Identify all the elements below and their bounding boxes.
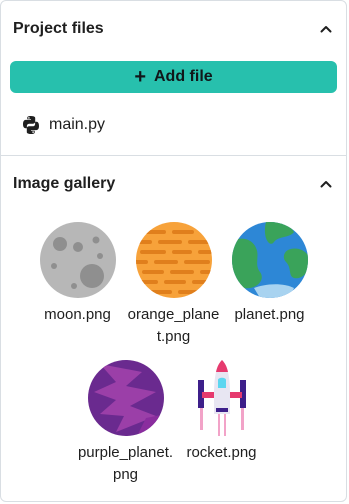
- image-name: moon.png: [44, 306, 111, 323]
- moon-icon: [39, 222, 116, 298]
- planet-icon: [231, 222, 308, 298]
- image-name: purple_planet.png: [77, 444, 174, 483]
- orange-planet-icon: [135, 222, 212, 298]
- file-name: main.py: [49, 116, 106, 133]
- gallery-item-orange-planet[interactable]: orange_planet.png: [126, 212, 222, 348]
- chevron-up-icon[interactable]: [318, 21, 334, 37]
- rocket-icon: [197, 360, 246, 436]
- image-gallery-header[interactable]: Image gallery: [1, 156, 346, 212]
- image-gallery: moon.png orange_planet.png planet.png pu…: [1, 212, 346, 488]
- add-file-label: Add file: [154, 68, 213, 85]
- image-gallery-title: Image gallery: [13, 175, 116, 192]
- gallery-item-planet[interactable]: planet.png: [222, 212, 318, 348]
- purple-planet-icon: [87, 360, 164, 436]
- gallery-item-moon[interactable]: moon.png: [30, 212, 126, 348]
- project-files-title: Project files: [13, 20, 104, 37]
- image-name: orange_planet.png: [127, 306, 220, 345]
- python-icon: [21, 115, 41, 135]
- image-name: planet.png: [234, 306, 305, 323]
- gallery-item-rocket[interactable]: rocket.png: [174, 350, 270, 486]
- sidebar-panel: Project files + Add file main.py Image g…: [0, 0, 347, 502]
- gallery-item-purple-planet[interactable]: purple_planet.png: [78, 350, 174, 486]
- plus-icon: +: [134, 66, 146, 88]
- project-files-header[interactable]: Project files: [1, 1, 346, 57]
- add-file-button[interactable]: + Add file: [10, 61, 337, 93]
- file-item[interactable]: main.py: [1, 105, 346, 145]
- chevron-up-icon[interactable]: [318, 176, 334, 192]
- image-name: rocket.png: [186, 444, 257, 461]
